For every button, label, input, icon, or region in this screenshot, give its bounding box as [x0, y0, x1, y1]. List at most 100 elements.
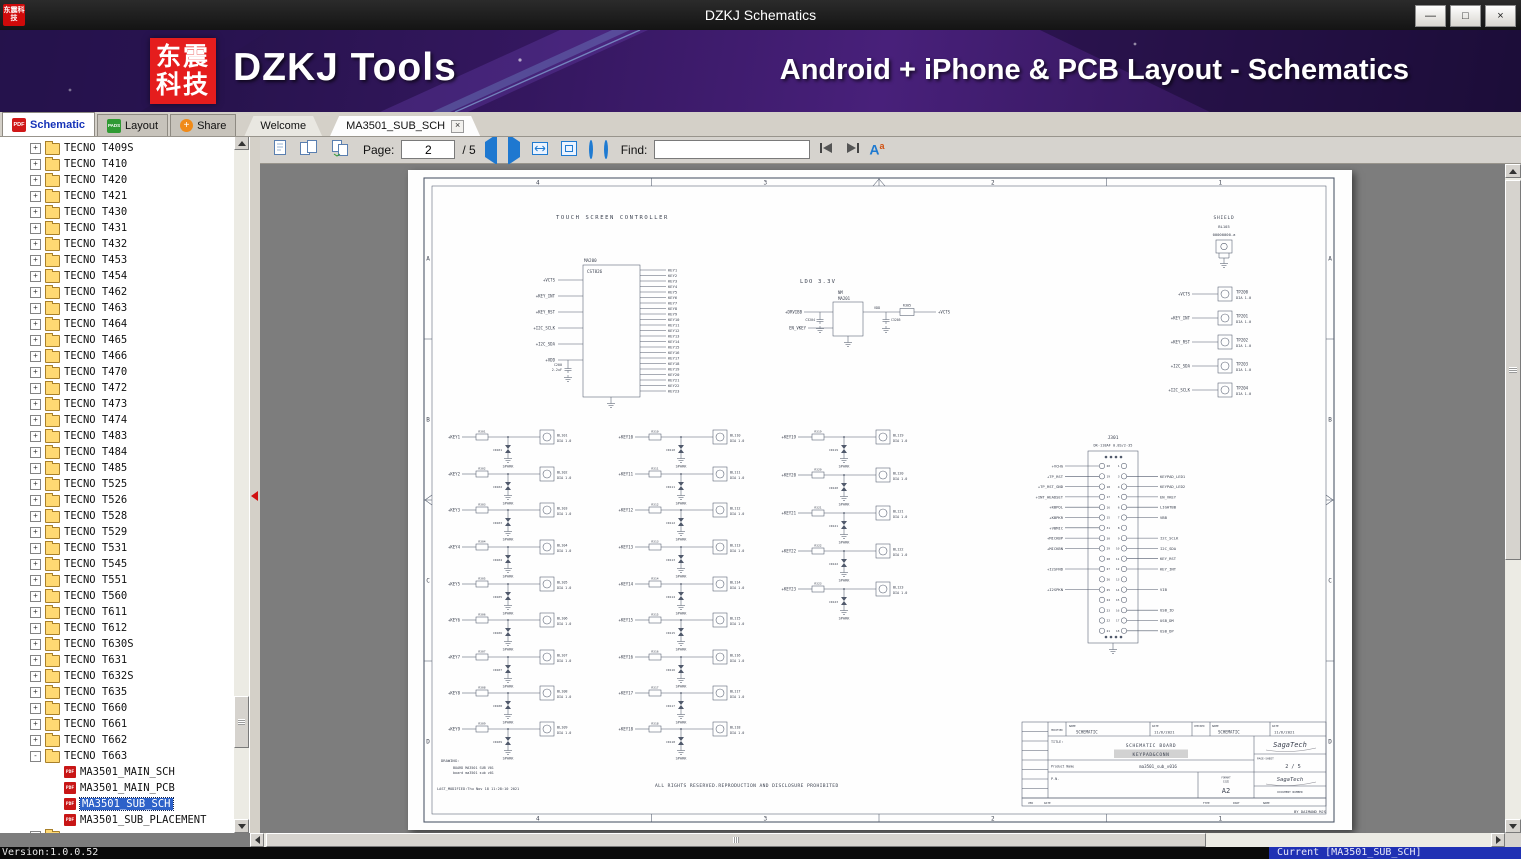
tree-item-folder[interactable]: + TECNO T528 [0, 508, 250, 524]
expand-icon[interactable]: + [30, 542, 41, 554]
expand-icon[interactable]: + [30, 702, 41, 714]
tree-item-folder[interactable]: - TECNO T663 [0, 748, 250, 764]
match-case-icon[interactable]: Aa [869, 141, 884, 158]
expand-icon[interactable]: + [30, 734, 41, 746]
close-button[interactable]: × [1485, 5, 1516, 27]
tree-item-folder[interactable]: + TECNO T420 [0, 172, 250, 188]
tab-schematic[interactable]: PDF Schematic [2, 112, 96, 136]
fit-width-button[interactable] [531, 140, 549, 160]
tree-item-folder[interactable]: + TECNO T473 [0, 396, 250, 412]
tree-item-folder[interactable]: + TECNO T526 [0, 492, 250, 508]
tree-item-folder[interactable]: + TECNO T660 [0, 700, 250, 716]
tree-item-folder[interactable]: + TECNO T462 [0, 284, 250, 300]
expand-icon[interactable]: + [30, 414, 41, 426]
tree-item-folder[interactable]: + TECNO T630S [0, 636, 250, 652]
doc-vscroll-thumb[interactable] [1505, 180, 1521, 560]
expand-icon[interactable]: + [30, 462, 41, 474]
expand-icon[interactable]: + [30, 686, 41, 698]
close-tab-icon[interactable]: × [451, 120, 464, 133]
expand-icon[interactable]: + [30, 286, 41, 298]
tree-item-folder[interactable]: + TECNO T485 [0, 460, 250, 476]
tree-item-folder[interactable]: + TECNO T430 [0, 204, 250, 220]
minimize-button[interactable]: — [1415, 5, 1446, 27]
expand-icon[interactable]: + [30, 190, 41, 202]
expand-icon[interactable]: + [30, 574, 41, 586]
find-previous-button[interactable] [819, 142, 834, 157]
expand-icon[interactable]: + [30, 478, 41, 490]
tree-item-folder[interactable]: + TECNO T560 [0, 588, 250, 604]
expand-icon[interactable]: + [30, 238, 41, 250]
tree-item-folder[interactable]: + TECNO T463 [0, 300, 250, 316]
fit-page-button[interactable] [560, 140, 578, 160]
tree-item-folder[interactable]: + TECNO T632S [0, 668, 250, 684]
tree-scroll-up-button[interactable] [234, 136, 249, 150]
tree-item-folder[interactable]: + TECNO T612 [0, 620, 250, 636]
expand-icon[interactable]: + [30, 334, 41, 346]
collapse-icon[interactable]: - [30, 750, 41, 762]
expand-icon[interactable]: + [30, 430, 41, 442]
page-layout-continuous-button[interactable] [330, 139, 350, 160]
tree-item-folder[interactable]: + TECNO T431 [0, 220, 250, 236]
tree-scroll-thumb[interactable] [234, 696, 249, 748]
expand-icon[interactable]: + [30, 830, 41, 833]
tree-item-document[interactable]: PDF MA3501_MAIN_PCB [0, 780, 250, 796]
expand-icon[interactable]: + [30, 142, 41, 154]
page-number-input[interactable] [401, 140, 456, 159]
document-horizontal-scrollbar[interactable] [250, 833, 1505, 847]
tree-item-folder[interactable]: + TECNO T472 [0, 380, 250, 396]
tab-layout[interactable]: PADS Layout [97, 114, 169, 136]
expand-icon[interactable]: + [30, 446, 41, 458]
expand-icon[interactable]: + [30, 174, 41, 186]
tree-item-folder[interactable]: + TECNO T661 [0, 716, 250, 732]
tree-item-folder[interactable]: + TECNO T409S [0, 140, 250, 156]
tree-item-folder[interactable]: + TECNO T474 [0, 412, 250, 428]
tree-item-folder[interactable]: + TECNO T470 [0, 364, 250, 380]
tree-scrollbar[interactable] [234, 136, 249, 833]
expand-icon[interactable]: + [30, 302, 41, 314]
panel-splitter[interactable] [250, 136, 260, 833]
expand-icon[interactable]: + [30, 206, 41, 218]
tab-share[interactable]: + Share [170, 114, 237, 136]
expand-icon[interactable]: + [30, 526, 41, 538]
expand-icon[interactable]: + [30, 222, 41, 234]
expand-icon[interactable]: + [30, 158, 41, 170]
tree-item-folder[interactable]: + TECNO T631 [0, 652, 250, 668]
expand-icon[interactable]: + [30, 606, 41, 618]
doc-scroll-left-button[interactable] [250, 833, 264, 847]
tree-item-folder[interactable]: + TECNO T453 [0, 252, 250, 268]
expand-icon[interactable]: + [30, 510, 41, 522]
tree-item-document[interactable]: PDF MA3501_SUB_SCH [0, 796, 250, 812]
expand-icon[interactable]: + [30, 638, 41, 650]
tree-item-folder[interactable]: + TECNO T551 [0, 572, 250, 588]
expand-icon[interactable]: + [30, 494, 41, 506]
tree-item-folder[interactable]: + [0, 828, 250, 833]
previous-page-button[interactable] [484, 134, 497, 165]
next-page-button[interactable] [507, 134, 520, 165]
expand-icon[interactable]: + [30, 398, 41, 410]
expand-icon[interactable]: + [30, 654, 41, 666]
document-vertical-scrollbar[interactable] [1505, 164, 1521, 833]
tree-item-folder[interactable]: + TECNO T531 [0, 540, 250, 556]
tree-item-folder[interactable]: + TECNO T466 [0, 348, 250, 364]
tab-welcome[interactable]: Welcome [244, 116, 322, 136]
zoom-in-button[interactable] [603, 140, 608, 159]
expand-icon[interactable]: + [30, 382, 41, 394]
tab-ma3501-sub-sch[interactable]: MA3501_SUB_SCH × [330, 116, 480, 136]
tree-item-folder[interactable]: + TECNO T421 [0, 188, 250, 204]
maximize-button[interactable]: □ [1450, 5, 1481, 27]
zoom-out-button[interactable] [588, 140, 593, 159]
tree-item-document[interactable]: PDF MA3501_SUB_PLACEMENT [0, 812, 250, 828]
expand-icon[interactable]: + [30, 318, 41, 330]
tree-item-document[interactable]: PDF MA3501_MAIN_SCH [0, 764, 250, 780]
expand-icon[interactable]: + [30, 590, 41, 602]
tree-item-folder[interactable]: + TECNO T484 [0, 444, 250, 460]
collapse-panel-icon[interactable] [251, 491, 258, 501]
tree-item-folder[interactable]: + TECNO T662 [0, 732, 250, 748]
tree-item-folder[interactable]: + TECNO T464 [0, 316, 250, 332]
tree-item-folder[interactable]: + TECNO T483 [0, 428, 250, 444]
tree-item-folder[interactable]: + TECNO T525 [0, 476, 250, 492]
expand-icon[interactable]: + [30, 254, 41, 266]
expand-icon[interactable]: + [30, 558, 41, 570]
expand-icon[interactable]: + [30, 622, 41, 634]
find-next-button[interactable] [845, 142, 860, 157]
